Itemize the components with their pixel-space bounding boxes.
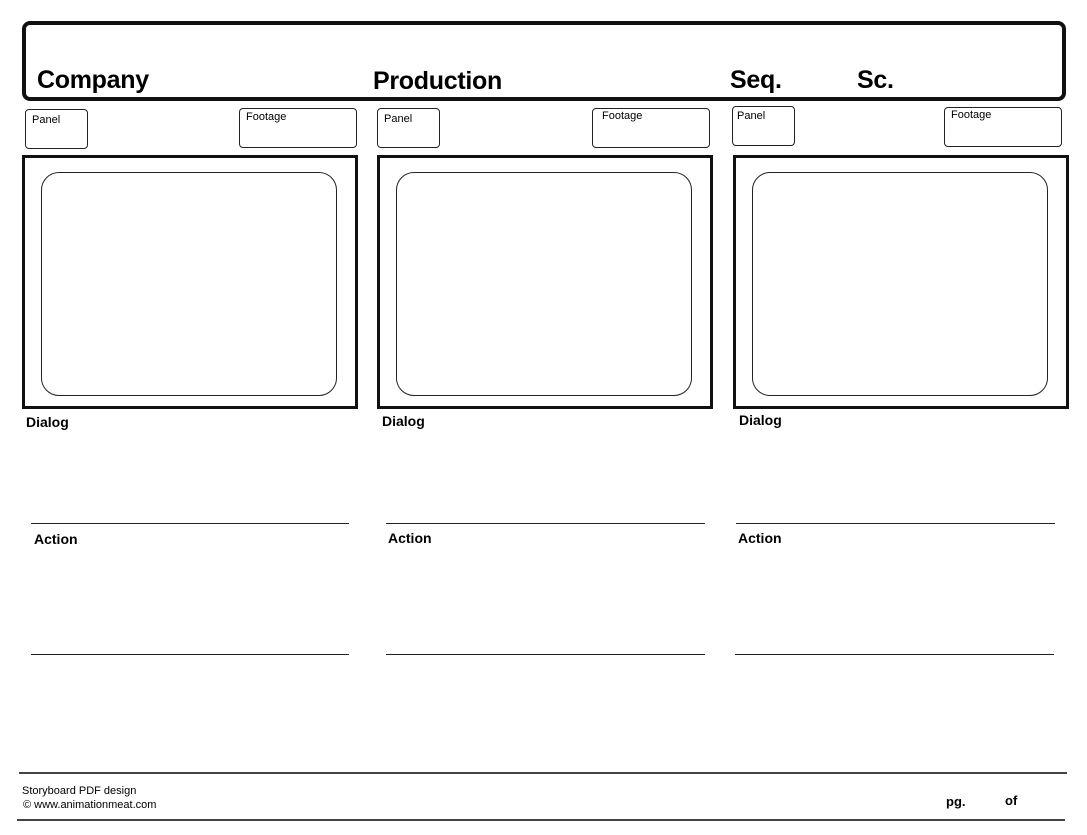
company-label: Company [37, 66, 149, 94]
footer-copyright-text: © www.animationmeat.com [23, 799, 157, 811]
panel-number-label: Panel [737, 110, 766, 122]
footage-box[interactable]: Footage [592, 108, 710, 148]
footage-box[interactable]: Footage [944, 107, 1062, 147]
screen-area[interactable] [752, 172, 1048, 396]
panel-number-label: Panel [384, 113, 413, 125]
panel-number-box[interactable]: Panel [25, 109, 88, 149]
panel-number-box[interactable]: Panel [732, 106, 795, 146]
sequence-label: Seq. [730, 66, 782, 94]
panel-frame[interactable] [733, 155, 1069, 409]
screen-area[interactable] [396, 172, 692, 396]
footer-top-rule [19, 772, 1067, 774]
dialog-divider [736, 523, 1055, 524]
dialog-label: Dialog [739, 412, 782, 428]
action-label: Action [738, 530, 782, 546]
footer-design-text: Storyboard PDF design [22, 785, 137, 797]
panel-number-box[interactable]: Panel [377, 108, 440, 148]
page-label: pg. [946, 794, 966, 809]
action-divider [31, 654, 349, 655]
dialog-label: Dialog [382, 413, 425, 429]
production-label: Production [373, 67, 502, 95]
dialog-divider [386, 523, 705, 524]
page-of-label: of [1005, 793, 1018, 808]
panel-frame[interactable] [377, 155, 713, 409]
action-divider [735, 654, 1054, 655]
footage-label: Footage [602, 110, 643, 122]
scene-label: Sc. [857, 66, 894, 94]
dialog-label: Dialog [26, 414, 69, 430]
header-box [22, 21, 1066, 101]
panel-number-label: Panel [32, 114, 61, 126]
action-label: Action [388, 530, 432, 546]
footer-bottom-rule [17, 819, 1065, 821]
action-label: Action [34, 531, 78, 547]
dialog-divider [31, 523, 349, 524]
action-divider [386, 654, 705, 655]
footage-label: Footage [246, 111, 287, 123]
screen-area[interactable] [41, 172, 337, 396]
panel-frame[interactable] [22, 155, 358, 409]
footage-box[interactable]: Footage [239, 108, 357, 148]
footage-label: Footage [951, 109, 992, 121]
